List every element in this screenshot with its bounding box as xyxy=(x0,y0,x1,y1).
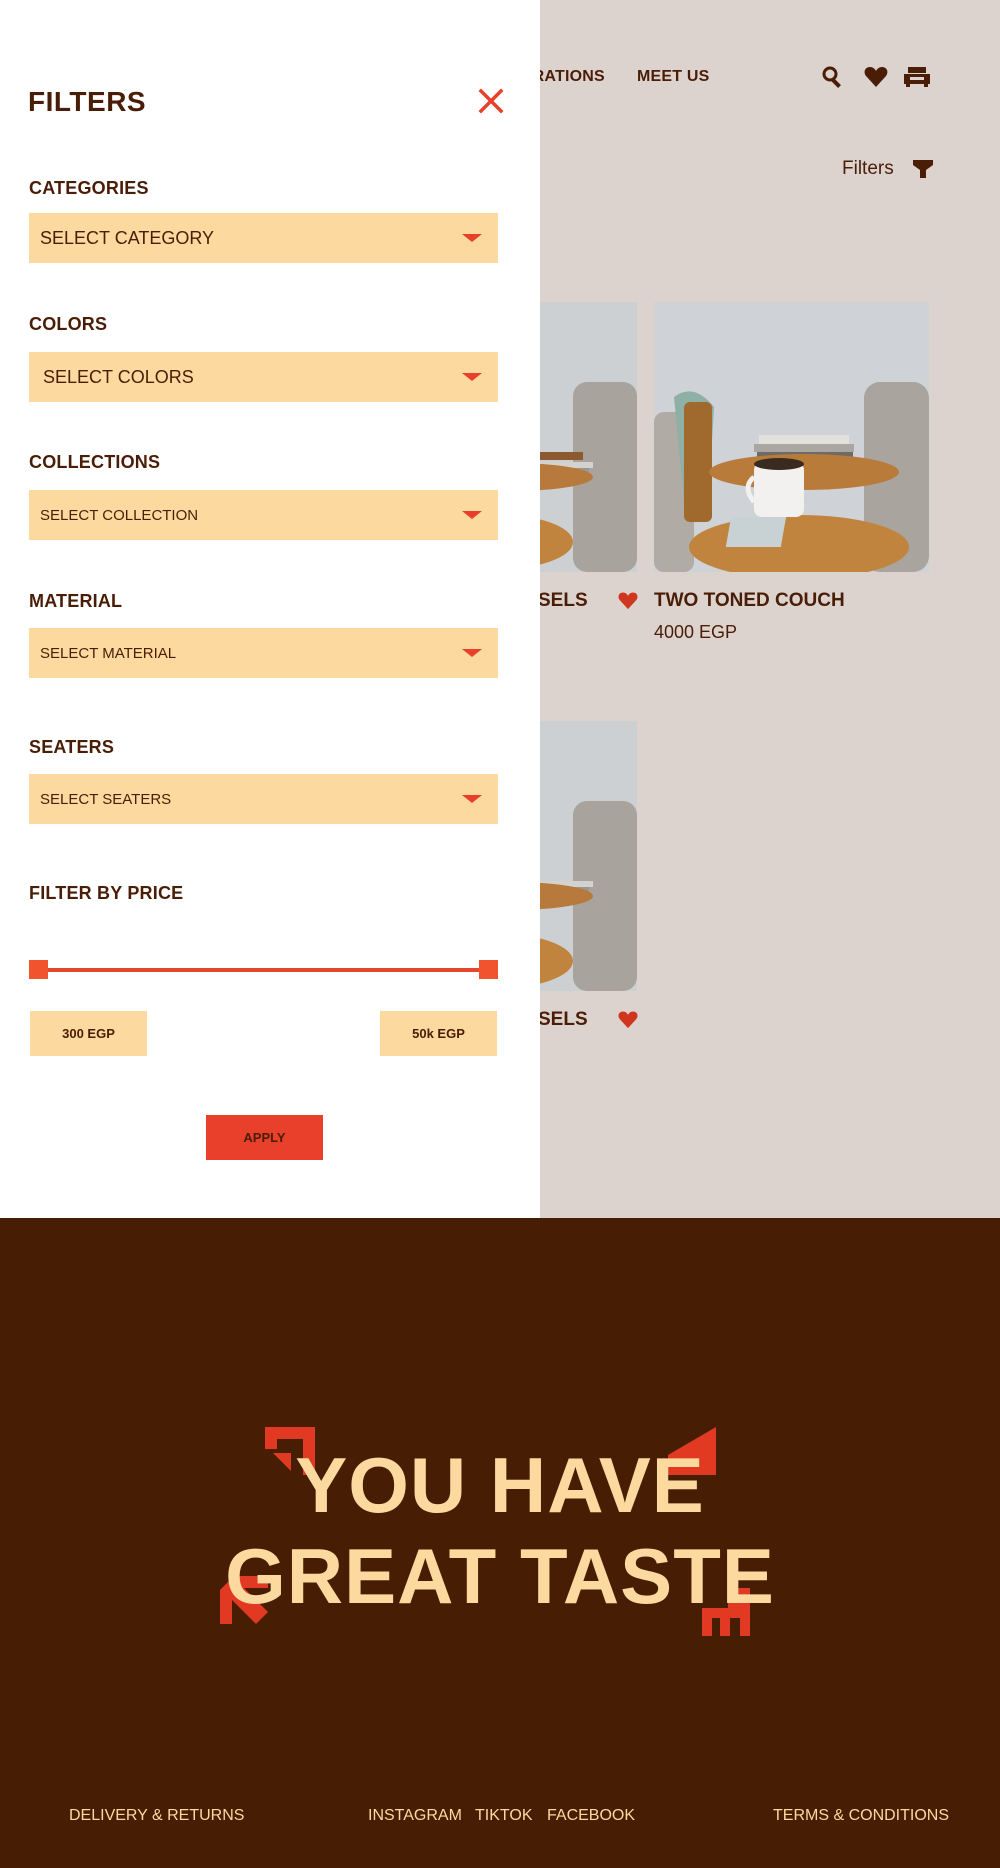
colors-select-value: SELECT COLORS xyxy=(43,366,194,387)
collection-select-value: SELECT COLLECTION xyxy=(40,506,199,524)
footer-link-terms[interactable]: TERMS & CONDITIONS xyxy=(773,1807,949,1825)
product-image[interactable] xyxy=(654,302,929,572)
heart-icon[interactable] xyxy=(617,1009,639,1029)
material-select-value: SELECT MATERIAL xyxy=(40,644,177,662)
filter-drawer: FILTERS CATEGORIES SELECT CATEGORY COLOR… xyxy=(0,0,540,1218)
product-price: 4000 EGP xyxy=(654,622,738,642)
material-label: MATERIAL xyxy=(29,591,123,611)
colors-label: COLORS xyxy=(29,314,108,334)
chevron-down-icon xyxy=(462,649,482,657)
filters-toggle-label: Filters xyxy=(842,158,894,179)
footer-link-facebook[interactable]: FACEBOOK xyxy=(547,1807,635,1825)
price-range-track[interactable] xyxy=(30,968,498,972)
price-min-field[interactable]: 300 EGP xyxy=(30,1011,147,1056)
category-select-value: SELECT CATEGORY xyxy=(40,227,215,248)
drawer-title: FILTERS xyxy=(28,86,147,117)
nav-link-meet-us[interactable]: MEET US xyxy=(637,68,710,86)
price-range-max-handle[interactable] xyxy=(479,960,498,979)
chevron-down-icon xyxy=(462,234,482,242)
material-select[interactable]: SELECT MATERIAL xyxy=(29,628,498,678)
chevron-down-icon xyxy=(462,511,482,519)
categories-label: CATEGORIES xyxy=(29,178,149,198)
product-name[interactable]: SELS xyxy=(538,590,588,612)
heart-icon[interactable] xyxy=(617,590,639,610)
collections-label: COLLECTIONS xyxy=(29,452,161,472)
product-name[interactable]: SELS xyxy=(538,1009,588,1031)
footer-link-instagram[interactable]: INSTAGRAM xyxy=(368,1807,462,1825)
apply-button[interactable]: APPLY xyxy=(206,1115,323,1160)
seaters-select[interactable]: SELECT SEATERS xyxy=(29,774,498,824)
price-max-field[interactable]: 50k EGP xyxy=(380,1011,497,1056)
footer-tagline-line2: GREAT TASTE xyxy=(225,1532,775,1620)
footer-tagline-line1: YOU HAVE xyxy=(295,1441,705,1529)
filters-toggle-button[interactable]: Filters xyxy=(842,158,934,180)
price-range-min-handle[interactable] xyxy=(29,960,48,979)
close-icon[interactable] xyxy=(476,86,506,116)
footer-link-tiktok[interactable]: TIKTOK xyxy=(475,1807,533,1825)
category-select[interactable]: SELECT CATEGORY xyxy=(29,213,498,263)
seaters-select-value: SELECT SEATERS xyxy=(40,790,172,808)
search-icon[interactable] xyxy=(820,64,846,90)
collection-select[interactable]: SELECT COLLECTION xyxy=(29,490,498,540)
heart-icon[interactable] xyxy=(863,64,889,90)
price-filter-label: FILTER BY PRICE xyxy=(29,883,184,903)
chevron-down-icon xyxy=(462,373,482,381)
cart-icon[interactable] xyxy=(902,64,932,90)
seaters-label: SEATERS xyxy=(29,737,115,757)
footer-link-delivery-returns[interactable]: DELIVERY & RETURNS xyxy=(69,1807,244,1825)
colors-select[interactable]: SELECT COLORS xyxy=(29,352,498,402)
funnel-icon xyxy=(912,160,933,178)
product-name[interactable]: TWO TONED COUCH xyxy=(654,590,845,612)
chevron-down-icon xyxy=(462,795,482,803)
